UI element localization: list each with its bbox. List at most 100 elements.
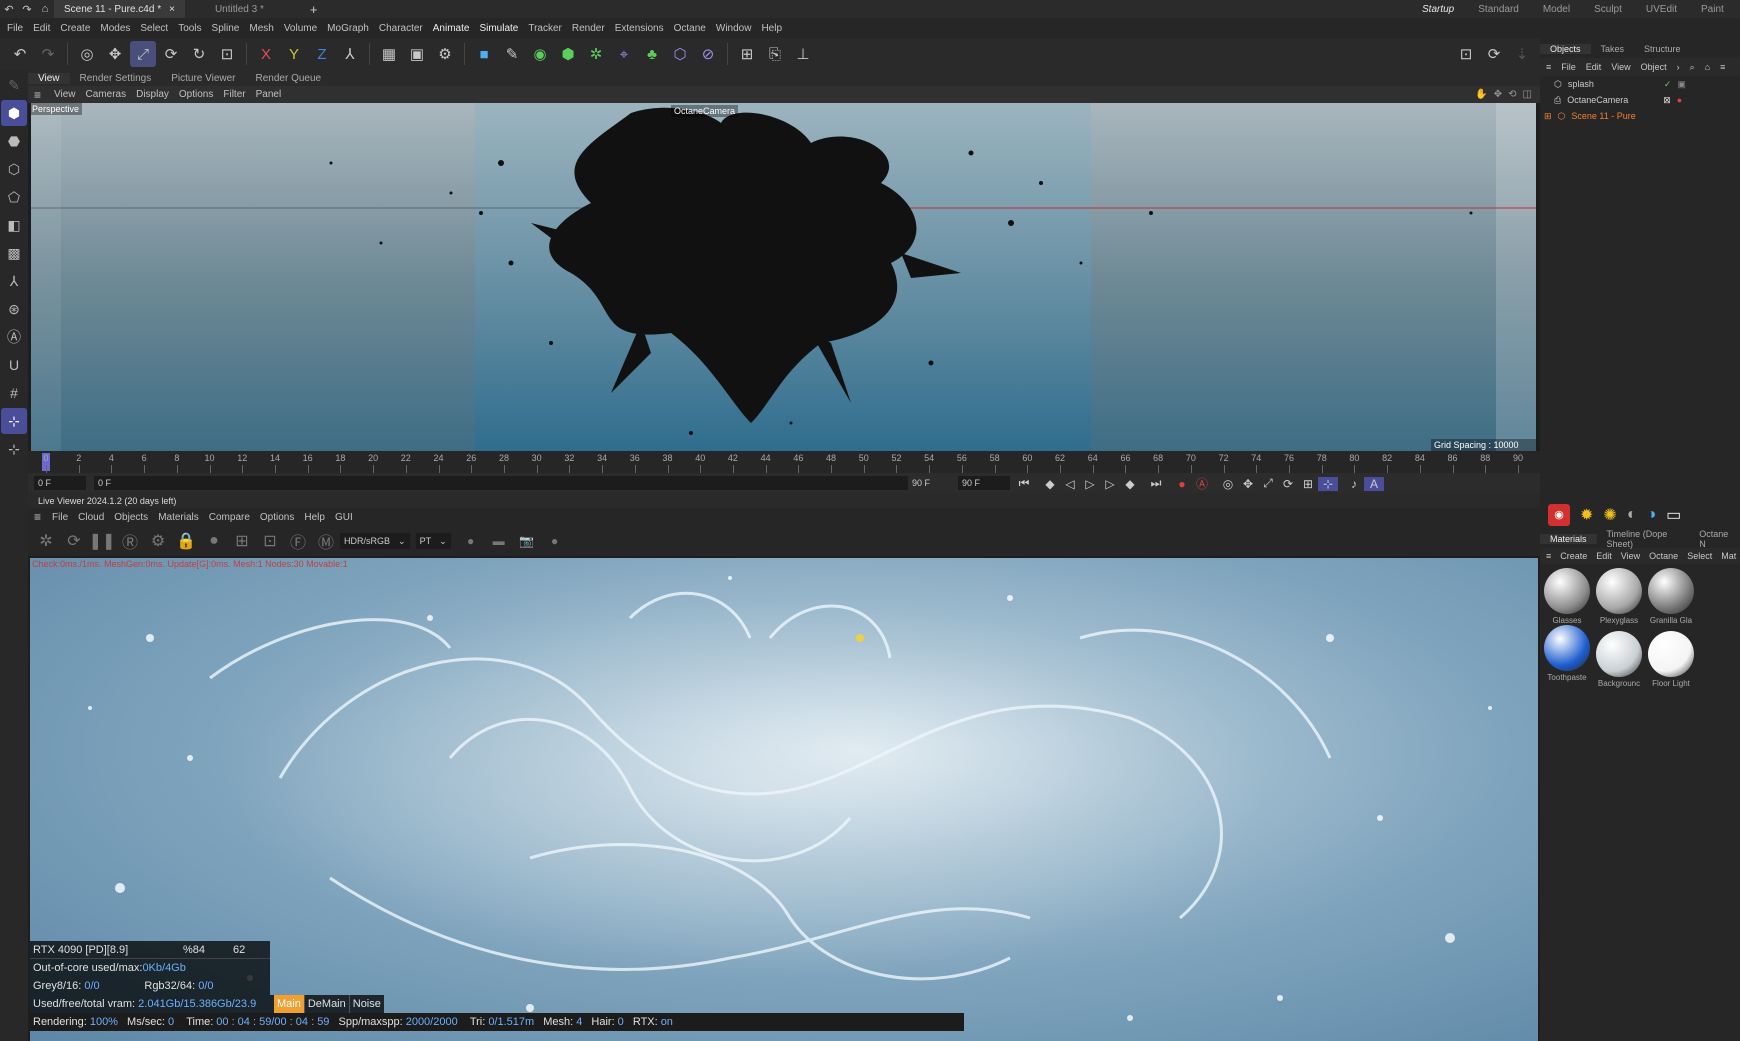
snapshot-icon[interactable]: 📷 [516, 530, 538, 552]
color-space-select[interactable]: HDR/sRGB ⌄ [340, 533, 410, 549]
pan-icon[interactable]: ✋ [1475, 89, 1487, 100]
cube-icon[interactable]: ■ [471, 41, 497, 67]
hamburger-icon[interactable]: ≡ [1546, 551, 1551, 561]
axis-mode-icon[interactable]: ⅄ [1, 268, 27, 294]
restart-render-icon[interactable]: ⟳ [63, 530, 85, 552]
toggle-panel-icon[interactable]: ◫ [1523, 89, 1532, 100]
texture-env-icon[interactable]: ◑ [1646, 506, 1656, 524]
position-key-icon[interactable]: ✥ [1238, 477, 1258, 491]
material-swatch[interactable]: Plexyglass [1595, 568, 1643, 625]
chevron-right-icon[interactable]: › [1677, 62, 1680, 72]
go-to-start-icon[interactable]: ⏮ [1014, 476, 1034, 491]
menu-select[interactable]: Select [135, 23, 173, 34]
menu-modes[interactable]: Modes [95, 23, 135, 34]
lock-icon[interactable]: 🔒 [175, 530, 197, 552]
lv-menu-gui[interactable]: GUI [330, 512, 358, 523]
camera-icon[interactable]: ⊘ [695, 41, 721, 67]
extrude-icon[interactable]: ⬢ [555, 41, 581, 67]
tab-scene-11[interactable]: Scene 11 - Pure.c4d * × [54, 0, 185, 18]
y-axis-lock[interactable]: Y [281, 41, 307, 67]
quantize-icon[interactable]: ⊹ [1, 436, 27, 462]
lv-menu-file[interactable]: File [47, 512, 73, 523]
undo-icon[interactable]: ↶ [7, 41, 33, 67]
materials-menu-mat[interactable]: Mat [1721, 551, 1736, 561]
materials-menu-view[interactable]: View [1621, 551, 1640, 561]
hamburger-icon[interactable]: ≡ [34, 88, 41, 102]
max-frame-field[interactable]: 90 F [958, 476, 1010, 490]
settings-icon[interactable]: ⚙ [147, 530, 169, 552]
download-icon[interactable]: ⇣ [1509, 41, 1535, 67]
compare-icon[interactable]: ▬ [488, 530, 510, 552]
mode-demain[interactable]: DeMain [303, 995, 349, 1013]
menu-tracker[interactable]: Tracker [523, 23, 567, 34]
viewport-menu-view[interactable]: View [49, 89, 81, 100]
orbit-icon[interactable]: ⟲ [1508, 89, 1516, 100]
edges-mode-icon[interactable]: ⬠ [1, 184, 27, 210]
region-render-icon[interactable]: Ⓡ [119, 530, 141, 552]
menu-create[interactable]: Create [55, 23, 95, 34]
menu-character[interactable]: Character [374, 23, 428, 34]
layout-startup[interactable]: Startup [1410, 4, 1466, 15]
texture-mode-icon[interactable]: ⬣ [1, 128, 27, 154]
tab-structure[interactable]: Structure [1634, 44, 1691, 54]
redo-title-icon[interactable]: ↷ [19, 1, 35, 17]
menu-window[interactable]: Window [711, 23, 757, 34]
focus-picker-icon[interactable]: Ⓕ [287, 530, 309, 552]
expand-icon[interactable]: ⊞ [1544, 111, 1552, 122]
menu-help[interactable]: Help [756, 23, 787, 34]
timeline-mode-icon[interactable]: A [1364, 476, 1384, 491]
pen-icon[interactable]: ✎ [499, 41, 525, 67]
menu-simulate[interactable]: Simulate [474, 23, 523, 34]
tab-materials[interactable]: Materials [1540, 534, 1597, 544]
timeline-ruler[interactable]: 0 2 4 6 8 10 12 14 16 18 20 22 24 26 28 30 32 34 36 38 40 42 4… [28, 451, 1540, 473]
material-picker-icon[interactable]: Ⓜ [315, 530, 337, 552]
snap-icon[interactable]: ⎘ [762, 41, 788, 67]
home-icon[interactable]: ⌂ [37, 1, 53, 17]
menu-octane[interactable]: Octane [669, 23, 711, 34]
preview-range-end[interactable]: 90 F [908, 476, 952, 490]
layout-uvedit[interactable]: UVEdit [1634, 4, 1689, 15]
objects-menu-file[interactable]: File [1561, 62, 1576, 72]
soft-selection-icon[interactable]: Ⓐ [1, 324, 27, 350]
menu-volume[interactable]: Volume [279, 23, 322, 34]
tab-takes[interactable]: Takes [1591, 44, 1635, 54]
menu-render[interactable]: Render [567, 23, 610, 34]
coordinate-system-icon[interactable]: ⅄ [337, 41, 363, 67]
pause-icon[interactable]: ❚❚ [89, 530, 116, 552]
redo-icon[interactable]: ↷ [35, 41, 61, 67]
sun-icon[interactable]: ✹ [1580, 505, 1593, 525]
uv-mode-icon[interactable]: ▩ [1, 240, 27, 266]
clay-mode-icon[interactable]: ● [203, 530, 225, 552]
next-key-icon[interactable]: ◆ [1120, 477, 1140, 491]
keyframe-selection-icon[interactable]: ◎ [1218, 477, 1238, 491]
brush-icon[interactable]: ✎ [1, 72, 27, 98]
channel-icon[interactable]: ● [460, 530, 482, 552]
lv-menu-options[interactable]: Options [255, 512, 299, 523]
tab-picture-viewer[interactable]: Picture Viewer [161, 73, 245, 84]
tab-untitled-3[interactable]: Untitled 3 * [205, 0, 274, 18]
polygons-mode-icon[interactable]: ◧ [1, 212, 27, 238]
menu-spline[interactable]: Spline [207, 23, 245, 34]
perspective-viewport[interactable]: Perspective OctaneCamera Grid Spacing : … [31, 103, 1536, 451]
tab-octane-node[interactable]: Octane N [1689, 529, 1740, 549]
play-icon[interactable]: ▷ [1080, 477, 1100, 491]
menu-mesh[interactable]: Mesh [244, 23, 278, 34]
hamburger-icon[interactable]: ≡ [1546, 62, 1551, 72]
lv-menu-objects[interactable]: Objects [109, 512, 153, 523]
transform-icon[interactable]: ⊡ [214, 41, 240, 67]
current-frame-field[interactable]: 0 F [34, 476, 86, 490]
menu-tools[interactable]: Tools [173, 23, 206, 34]
mode-noise[interactable]: Noise [348, 995, 384, 1013]
autokey-icon[interactable]: Ⓐ [1192, 475, 1212, 492]
lv-menu-materials[interactable]: Materials [153, 512, 204, 523]
scene-icon[interactable]: ⬡ [667, 41, 693, 67]
scale-icon[interactable]: ⤢ [130, 41, 156, 67]
menu-edit[interactable]: Edit [28, 23, 55, 34]
undo-title-icon[interactable]: ↶ [1, 1, 17, 17]
list-item[interactable]: ⎙ OctaneCamera ⊠ ● [1540, 92, 1740, 108]
record-render-icon[interactable]: ● [544, 530, 566, 552]
material-swatch[interactable]: Toothpaste [1543, 625, 1591, 682]
material-swatch[interactable]: Floor Light [1647, 631, 1695, 688]
list-item[interactable]: ⬡ splash ✓ ▣ [1540, 76, 1740, 92]
render-view-icon[interactable]: ▦ [376, 41, 402, 67]
